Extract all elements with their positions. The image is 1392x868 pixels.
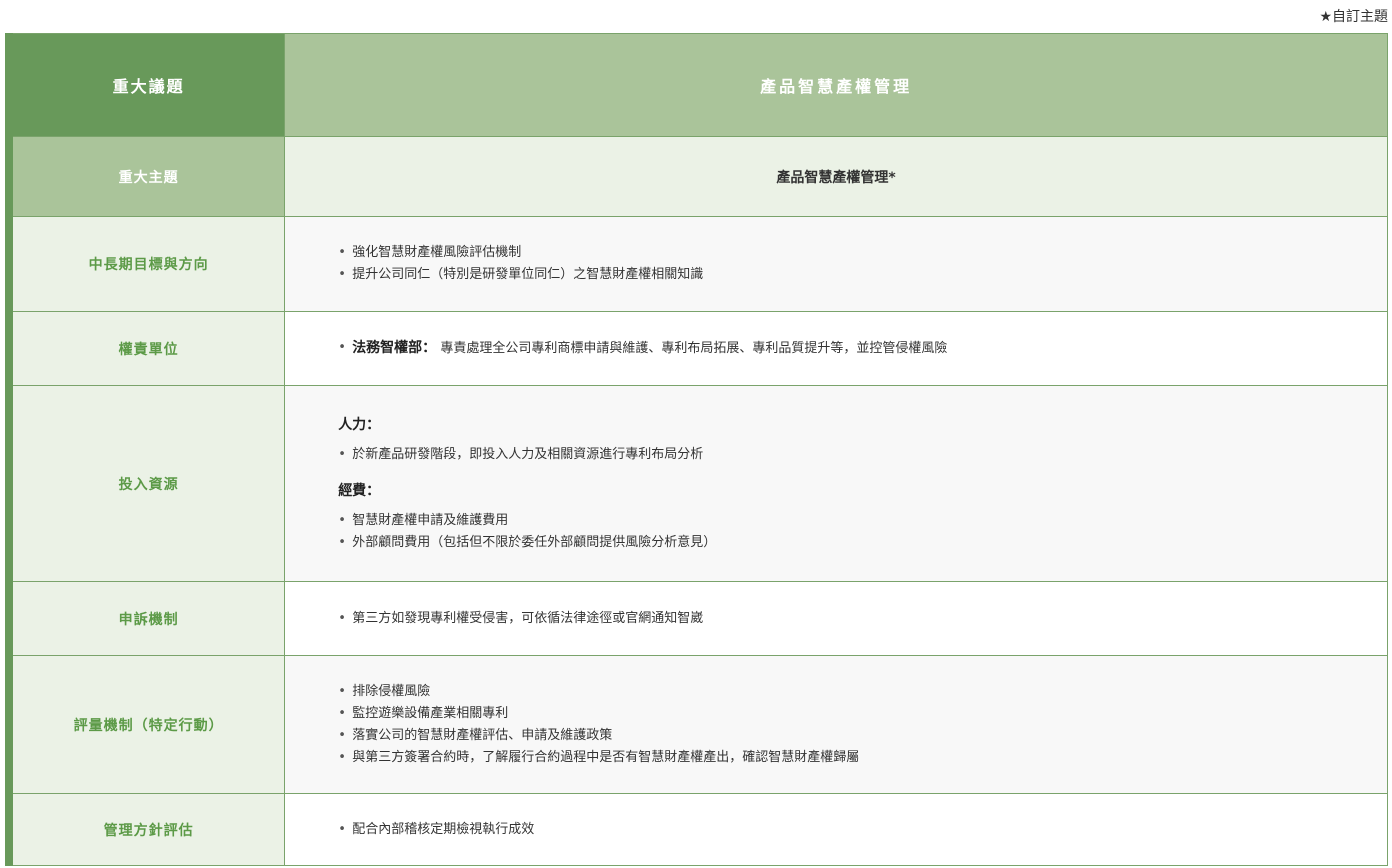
list-item: • 法務智權部： 專責處理全公司專利商標申請與維護、專利布局拓展、專利品質提升等，… [338, 340, 948, 356]
list-item: • 與第三方簽署合約時，了解履行合約過程中是否有智慧財產權產出，確認智慧財產權歸屬 [338, 749, 860, 765]
custom-topic-note: ★自訂主題 [1319, 9, 1388, 25]
table-row-evaluation: 評量機制（特定行動） • 排除侵權風險 • 監控遊樂設備產業相關專利 • 落實公司的智… [8, 655, 1388, 794]
header-row: 重大議題 產品智慧產權管理 [8, 33, 1388, 137]
subheader-row: 重大主題 產品智慧產權管理* [8, 136, 1388, 217]
subheader-topic-label: 重大主題 [8, 136, 286, 217]
row-label-resources: 投入資源 [8, 385, 286, 582]
row-label-evaluation: 評量機制（特定行動） [8, 655, 286, 794]
row-content-evaluation: • 排除侵權風險 • 監控遊樂設備產業相關專利 • 落實公司的智慧財產權評估、申請及維… [284, 655, 1388, 794]
list-item: • 第三方如發現專利權受侵害，可依循法律途徑或官網通知智崴 [338, 610, 704, 626]
table-row-grievance: 申訴機制 • 第三方如發現專利權受侵害，可依循法律途徑或官網通知智崴 [8, 581, 1388, 656]
row-content-grievance: • 第三方如發現專利權受侵害，可依循法律途徑或官網通知智崴 [284, 581, 1388, 656]
row-label-responsible: 權責單位 [8, 311, 286, 386]
row-content-responsible: • 法務智權部： 專責處理全公司專利商標申請與維護、專利布局拓展、專利品質提升等，… [284, 311, 1388, 386]
manpower-heading: 人力： [338, 416, 381, 433]
table-row-goals: 中長期目標與方向 • 強化智慧財產權風險評估機制 • 提升公司同仁（特別是研發單位同… [8, 216, 1388, 312]
list-item: • 提升公司同仁（特別是研發單位同仁）之智慧財產權相關知識 [338, 267, 704, 282]
row-content-assessment: • 配合內部稽核定期檢視執行成效 [284, 793, 1388, 866]
list-item: • 外部顧問費用（包括但不限於委任外部顧問提供風險分析意見） [338, 534, 717, 550]
material-topic-table: 重大議題 產品智慧產權管理 重大主題 產品智慧產權管理* 中長期目標與方向 • 強… [5, 33, 1388, 866]
table-row-responsible: 權責單位 • 法務智權部： 專責處理全公司專利商標申請與維護、專利布局拓展、專利品… [8, 311, 1388, 386]
list-item: • 智慧財產權申請及維護費用 [338, 512, 509, 528]
list-item: • 強化智慧財產權風險評估機制 [338, 245, 522, 260]
department-name: 法務智權部： [352, 340, 437, 356]
row-label-assessment: 管理方針評估 [8, 793, 286, 866]
budget-heading: 經費： [338, 482, 381, 499]
row-label-goals: 中長期目標與方向 [8, 216, 286, 312]
list-item: • 排除侵權風險 [338, 683, 431, 699]
subheader-topic-title: 產品智慧產權管理* [284, 136, 1388, 217]
department-description: 專責處理全公司專利商標申請與維護、專利布局拓展、專利品質提升等，並控管侵權風險 [440, 341, 948, 356]
list-item: • 監控遊樂設備產業相關專利 [338, 705, 509, 721]
row-content-goals: • 強化智慧財產權風險評估機制 • 提升公司同仁（特別是研發單位同仁）之智慧財產權相… [284, 216, 1388, 312]
row-label-grievance: 申訴機制 [8, 581, 286, 656]
table-row-resources: 投入資源 人力： • 於新產品研發階段，即投入人力及相關資源進行專利布局分析 經費… [8, 385, 1388, 582]
header-issue-title: 產品智慧產權管理 [284, 33, 1388, 137]
header-issue-label: 重大議題 [8, 33, 286, 137]
table-row-assessment: 管理方針評估 • 配合內部稽核定期檢視執行成效 [8, 793, 1388, 866]
list-item: • 於新產品研發階段，即投入人力及相關資源進行專利布局分析 [338, 446, 704, 462]
row-content-resources: 人力： • 於新產品研發階段，即投入人力及相關資源進行專利布局分析 經費： • 智慧… [284, 385, 1388, 582]
list-item: • 配合內部稽核定期檢視執行成效 [338, 821, 535, 837]
list-item: • 落實公司的智慧財產權評估、申請及維護政策 [338, 727, 613, 743]
